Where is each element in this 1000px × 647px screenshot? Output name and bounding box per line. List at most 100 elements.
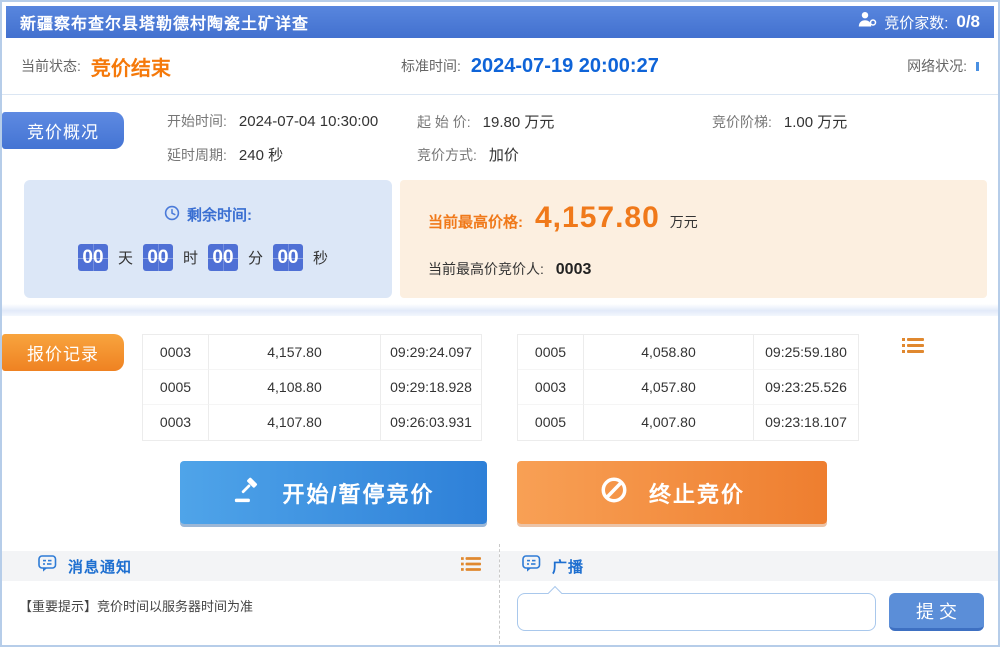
countdown-hours-unit: 时 <box>183 247 198 268</box>
time-value: 2024-07-19 20:00:27 <box>471 55 659 78</box>
broadcast-input[interactable] <box>518 594 875 630</box>
broadcast-input-bubble <box>517 593 876 631</box>
network-signal-icon <box>976 62 979 71</box>
users-icon <box>857 11 877 33</box>
table-cell-bidder: 0005 <box>518 335 584 370</box>
highest-bidder-row: 当前最高价竞价人: 0003 <box>428 259 987 279</box>
field-label: 竞价阶梯: <box>712 114 772 130</box>
submit-button[interactable]: 提 交 <box>889 593 984 631</box>
field-label: 起 始 价: <box>417 114 471 130</box>
highest-price-unit: 万元 <box>670 212 698 232</box>
bidder-count: 竞价家数: 0/8 <box>857 11 980 33</box>
highest-price-panel: 当前最高价格: 4,157.80 万元 当前最高价竞价人: 0003 <box>400 180 987 298</box>
list-icon[interactable] <box>902 337 924 359</box>
countdown-label: 剩余时间: <box>187 204 252 225</box>
field-label: 竞价方式: <box>417 147 477 163</box>
table-cell-bidder: 0005 <box>518 405 584 440</box>
bidder-count-value: 0/8 <box>956 12 980 32</box>
broadcast-title: 广播 <box>552 556 584 577</box>
table-cell-bidder: 0003 <box>143 405 209 440</box>
bid-table-left: 0003 4,157.80 09:29:24.097 0005 4,108.80… <box>142 334 482 441</box>
field-value: 240 秒 <box>239 147 283 164</box>
broadcast-header: 广播 <box>500 551 998 581</box>
highest-price-value: 4,157.80 <box>535 201 660 235</box>
records-section-label: 报价记录 <box>2 334 124 371</box>
bidder-count-label: 竞价家数: <box>884 12 948 33</box>
field-start-price: 起 始 价: 19.80 万元 <box>417 111 554 132</box>
speech-bubble-icon <box>522 555 542 578</box>
countdown-seconds: 00 <box>273 244 303 271</box>
table-cell-price: 4,057.80 <box>584 370 754 405</box>
field-label: 延时周期: <box>167 147 227 163</box>
status-label: 当前状态: <box>21 56 81 76</box>
messages-title: 消息通知 <box>68 556 132 577</box>
prohibition-icon <box>599 475 629 511</box>
broadcast-panel: 广播 提 交 <box>499 544 998 644</box>
table-cell-time: 09:29:18.928 <box>381 370 481 405</box>
overview-section: 竞价概况 开始时间: 2024-07-04 10:30:00 起 始 价: 19.8… <box>2 95 998 304</box>
table-cell-price: 4,007.80 <box>584 405 754 440</box>
section-divider <box>2 304 998 316</box>
table-cell-price: 4,108.80 <box>209 370 381 405</box>
field-start-time: 开始时间: 2024-07-04 10:30:00 <box>167 111 378 131</box>
terminate-label: 终止竞价 <box>649 477 745 509</box>
field-label: 开始时间: <box>167 113 227 129</box>
gavel-icon <box>232 475 262 511</box>
start-pause-label: 开始/暂停竞价 <box>282 477 434 509</box>
countdown-seconds-unit: 秒 <box>313 247 328 268</box>
status-bar: 当前状态: 竞价结束 标准时间: 2024-07-19 20:00:27 网络状… <box>2 38 998 95</box>
field-value: 加价 <box>489 147 519 164</box>
countdown-digits: 00 天 00 时 00 分 00 秒 <box>24 244 392 271</box>
messages-header: 消息通知 <box>2 551 499 581</box>
bid-table-right: 0005 4,058.80 09:25:59.180 0003 4,057.80… <box>517 334 859 441</box>
notice-text: 【重要提示】竞价时间以服务器时间为准 <box>2 581 499 615</box>
countdown-title: 剩余时间: <box>24 204 392 225</box>
table-cell-price: 4,058.80 <box>584 335 754 370</box>
countdown-hours: 00 <box>143 244 173 271</box>
title-bar: 新疆察布查尔县塔勒德村陶瓷土矿详查 竞价家数: 0/8 <box>6 6 994 38</box>
auction-page: 新疆察布查尔县塔勒德村陶瓷土矿详查 竞价家数: 0/8 当前状态: 竞价结束 标… <box>0 0 1000 647</box>
table-cell-bidder: 0005 <box>143 370 209 405</box>
countdown-days-unit: 天 <box>118 247 133 268</box>
highest-bidder-value: 0003 <box>556 261 592 278</box>
countdown-days: 00 <box>78 244 108 271</box>
standard-time: 标准时间: 2024-07-19 20:00:27 <box>401 55 907 78</box>
table-cell-price: 4,157.80 <box>209 335 381 370</box>
table-cell-time: 09:23:18.107 <box>754 405 858 440</box>
countdown-minutes: 00 <box>208 244 238 271</box>
network-status: 网络状况: <box>907 56 979 76</box>
table-cell-price: 4,107.80 <box>209 405 381 440</box>
table-cell-time: 09:25:59.180 <box>754 335 858 370</box>
table-cell-time: 09:23:25.526 <box>754 370 858 405</box>
field-value: 2024-07-04 10:30:00 <box>239 113 378 130</box>
table-cell-time: 09:26:03.931 <box>381 405 481 440</box>
countdown-panel: 剩余时间: 00 天 00 时 00 分 00 秒 <box>24 180 392 298</box>
clock-icon <box>164 205 180 225</box>
speech-bubble-icon <box>38 555 58 578</box>
highest-price-label: 当前最高价格: <box>428 211 523 232</box>
table-cell-bidder: 0003 <box>518 370 584 405</box>
status-value: 竞价结束 <box>91 52 171 81</box>
countdown-minutes-unit: 分 <box>248 247 263 268</box>
records-section: 报价记录 0003 4,157.80 09:29:24.097 0005 4,1… <box>2 316 998 544</box>
field-value: 19.80 万元 <box>483 114 555 131</box>
bottom-section: 消息通知 【重要提示】竞价时间以服务器时间为准 <box>2 544 998 644</box>
field-delay-period: 延时周期: 240 秒 <box>167 144 283 165</box>
highest-bidder-label: 当前最高价竞价人: <box>428 261 544 277</box>
highest-price-row: 当前最高价格: 4,157.80 万元 <box>428 201 987 235</box>
time-label: 标准时间: <box>401 56 461 76</box>
current-status: 当前状态: 竞价结束 <box>21 52 401 81</box>
network-label: 网络状况: <box>907 56 967 76</box>
field-bid-mode: 竞价方式: 加价 <box>417 144 519 165</box>
field-increment: 竞价阶梯: 1.00 万元 <box>712 111 847 132</box>
field-value: 1.00 万元 <box>784 114 847 131</box>
table-cell-time: 09:29:24.097 <box>381 335 481 370</box>
messages-list-icon[interactable] <box>461 556 481 577</box>
broadcast-input-row: 提 交 <box>500 581 998 631</box>
table-cell-bidder: 0003 <box>143 335 209 370</box>
messages-panel: 消息通知 【重要提示】竞价时间以服务器时间为准 <box>2 544 499 644</box>
overview-section-label: 竞价概况 <box>2 112 124 149</box>
page-title: 新疆察布查尔县塔勒德村陶瓷土矿详查 <box>20 10 309 34</box>
terminate-button[interactable]: 终止竞价 <box>517 461 827 524</box>
start-pause-button[interactable]: 开始/暂停竞价 <box>180 461 487 524</box>
